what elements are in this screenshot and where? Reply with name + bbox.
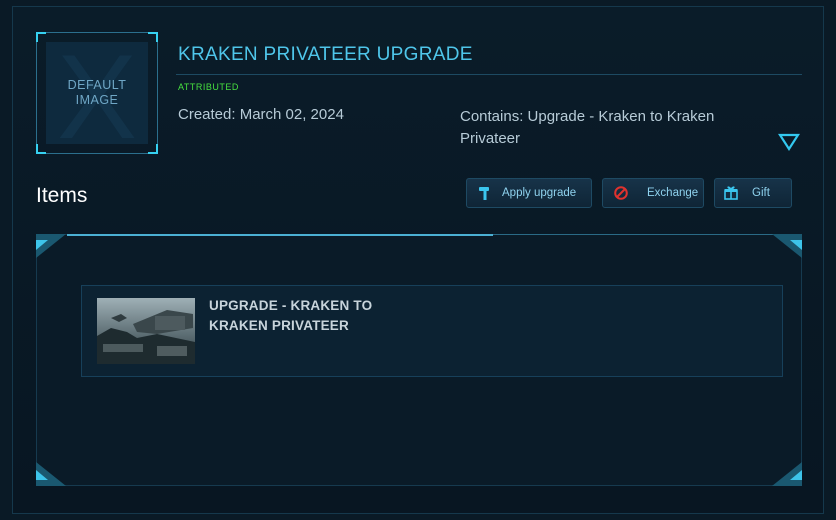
attribution-badge: ATTRIBUTED <box>178 82 239 92</box>
page: X DEFAULT IMAGE KRAKEN PRIVATEER UPGRADE… <box>0 0 836 520</box>
corner-accent-icon <box>36 462 66 486</box>
pledge-title: KRAKEN PRIVATEER UPGRADE <box>178 44 473 65</box>
pledge-thumbnail: X DEFAULT IMAGE <box>36 32 158 154</box>
exchange-button[interactable]: Exchange <box>602 178 704 208</box>
gift-label: Gift <box>752 187 770 199</box>
created-date: Created: March 02, 2024 <box>178 106 344 123</box>
items-heading: Items <box>36 184 88 207</box>
gift-box-icon <box>724 186 738 200</box>
exchange-label: Exchange <box>647 187 699 199</box>
default-image-label: DEFAULT IMAGE <box>67 78 127 107</box>
apply-upgrade-button[interactable]: Apply upgrade <box>466 178 592 208</box>
frame-corner <box>148 144 158 154</box>
hammer-icon <box>479 187 489 200</box>
items-container: UPGRADE - KRAKEN TO KRAKEN PRIVATEER <box>36 234 802 486</box>
default-image: X DEFAULT IMAGE <box>46 42 148 144</box>
items-top-accent <box>67 234 493 236</box>
corner-accent-icon <box>36 234 66 258</box>
prohibited-icon <box>614 186 628 200</box>
item-title: UPGRADE - KRAKEN TO KRAKEN PRIVATEER <box>209 298 373 333</box>
apply-upgrade-label: Apply upgrade <box>502 187 577 199</box>
corner-accent-icon <box>772 462 802 486</box>
contains-text: Contains: Upgrade - Kraken to Kraken Pri… <box>460 108 715 147</box>
frame-corner <box>36 32 46 42</box>
items-top-line <box>493 234 773 235</box>
expand-chevron-icon[interactable] <box>778 132 800 152</box>
list-item[interactable]: UPGRADE - KRAKEN TO KRAKEN PRIVATEER <box>81 285 783 377</box>
title-divider <box>176 74 802 75</box>
corner-accent-icon <box>772 234 802 258</box>
frame-corner <box>36 144 46 154</box>
ship-image <box>97 298 195 364</box>
gift-button[interactable]: Gift <box>714 178 792 208</box>
frame-corner <box>148 32 158 42</box>
